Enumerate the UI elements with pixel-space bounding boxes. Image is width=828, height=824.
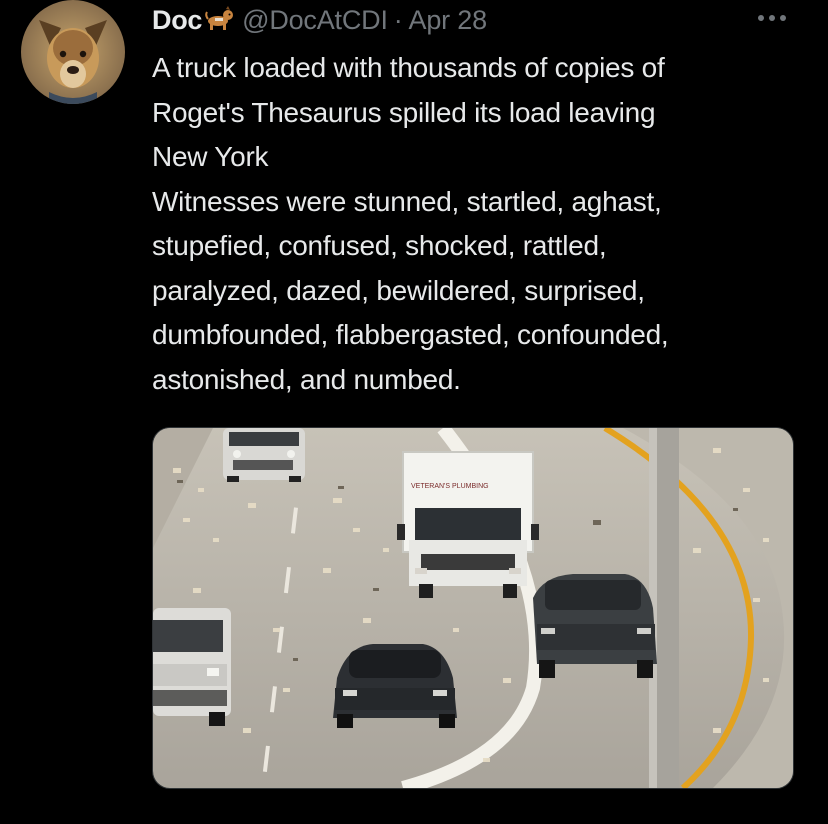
timestamp[interactable]: Apr 28	[409, 5, 488, 36]
tweet-text-line: stupefied, confused, shocked, rattled,	[152, 230, 607, 261]
tweet-text-line: New York	[152, 141, 269, 172]
more-horizontal-icon	[758, 15, 786, 21]
highway-photo: VETERAN'S PLUMBING	[153, 428, 793, 788]
tweet-text-line: dumbfounded, flabbergasted, confounded,	[152, 319, 669, 350]
display-name[interactable]: Doc	[152, 5, 202, 36]
separator-dot: ·	[393, 4, 403, 35]
tweet[interactable]: Doc @DocAtCDI · Apr 28 A truck loaded wi…	[0, 0, 828, 824]
tweet-header: Doc @DocAtCDI · Apr 28	[152, 2, 487, 38]
tweet-media-image[interactable]: VETERAN'S PLUMBING	[152, 427, 794, 789]
dog-emoji-icon	[204, 2, 234, 32]
tweet-text: A truck loaded with thousands of copies …	[152, 46, 812, 402]
tweet-text-line: Roget's Thesaurus spilled its load leavi…	[152, 96, 656, 128]
dog-avatar-image	[21, 0, 125, 104]
tweet-text-line: Witnesses were stunned, startled, aghast…	[152, 185, 662, 217]
user-handle[interactable]: @DocAtCDI	[242, 5, 388, 36]
tweet-text-line: paralyzed, dazed, bewildered, surprised,	[152, 274, 645, 306]
tweet-text-line: astonished, and numbed.	[152, 363, 461, 395]
more-options-button[interactable]	[752, 8, 792, 28]
tweet-text-line: A truck loaded with thousands of copies …	[152, 52, 665, 83]
avatar[interactable]	[21, 0, 125, 104]
truck-sign-text: VETERAN'S PLUMBING	[411, 483, 489, 490]
